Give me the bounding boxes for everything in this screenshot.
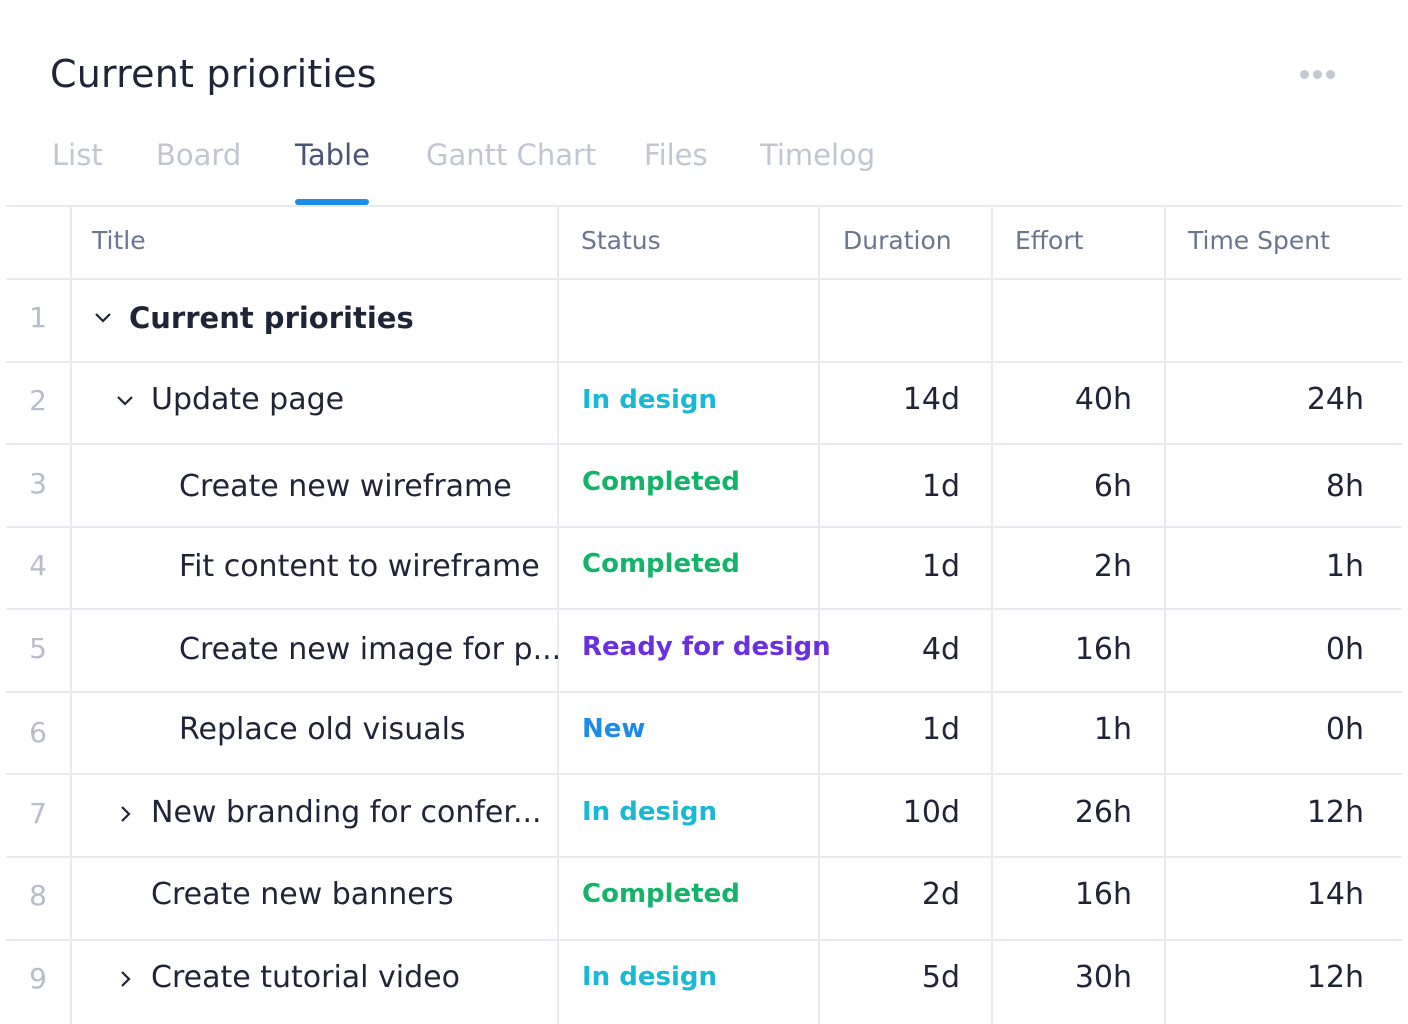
row-number: 4: [29, 549, 47, 582]
duration-cell: 1d: [921, 549, 960, 584]
row-title: New branding for confer...: [151, 795, 542, 830]
row-number: 5: [29, 632, 47, 665]
status-badge[interactable]: Ready for design: [582, 632, 831, 662]
time-spent-cell: 1h: [1325, 549, 1364, 584]
row-number: 3: [29, 467, 47, 500]
effort-cell: 2h: [1093, 549, 1132, 584]
tab-gantt-chart[interactable]: Gantt Chart: [426, 138, 596, 172]
time-spent-cell: 8h: [1325, 469, 1364, 504]
page: Current priorities List Board Table Gant…: [0, 0, 1408, 1024]
column-header-time-spent[interactable]: Time Spent: [1188, 226, 1330, 255]
chevron-right-icon[interactable]: [115, 968, 137, 990]
chevron-down-icon[interactable]: [114, 390, 136, 412]
row-number: 6: [29, 716, 47, 749]
row-title: Create new image for p...: [179, 632, 562, 667]
time-spent-cell: 0h: [1325, 712, 1364, 747]
status-badge[interactable]: Completed: [582, 879, 740, 909]
time-spent-cell: 0h: [1325, 632, 1364, 667]
dot: [1313, 69, 1322, 79]
effort-cell: 6h: [1093, 469, 1132, 504]
time-spent-cell: 12h: [1306, 960, 1364, 995]
row-title: Replace old visuals: [179, 712, 466, 747]
row-number: 7: [29, 797, 47, 830]
effort-cell: 1h: [1093, 712, 1132, 747]
table-row[interactable]: 1 Current priorities: [0, 279, 1408, 361]
more-horizontal-icon[interactable]: [1300, 68, 1340, 80]
duration-cell: 4d: [921, 632, 960, 667]
column-header-status[interactable]: Status: [581, 226, 661, 255]
tab-timelog[interactable]: Timelog: [760, 138, 875, 172]
table-row[interactable]: 8 Create new banners Completed 2d 16h 14…: [0, 857, 1408, 939]
tab-files[interactable]: Files: [644, 138, 708, 172]
effort-cell: 30h: [1074, 960, 1132, 995]
table-row[interactable]: 3 Create new wireframe Completed 1d 6h 8…: [0, 445, 1408, 527]
time-spent-cell: 14h: [1306, 877, 1364, 912]
status-badge[interactable]: Completed: [582, 549, 740, 579]
table-row[interactable]: 5 Create new image for p... Ready for de…: [0, 610, 1408, 692]
row-title: Current priorities: [129, 301, 414, 335]
column-header-effort[interactable]: Effort: [1015, 226, 1083, 255]
duration-cell: 14d: [902, 382, 960, 417]
duration-cell: 1d: [921, 712, 960, 747]
status-badge[interactable]: Completed: [582, 467, 740, 497]
duration-cell: 1d: [921, 469, 960, 504]
table-row[interactable]: 7 New branding for confer... In design 1…: [0, 775, 1408, 857]
status-badge[interactable]: In design: [582, 962, 717, 992]
time-spent-cell: 24h: [1306, 382, 1364, 417]
table-row[interactable]: 6 Replace old visuals New 1d 1h 0h: [0, 692, 1408, 774]
dot: [1300, 69, 1309, 79]
tab-list[interactable]: List: [52, 138, 103, 172]
row-number: 9: [29, 962, 47, 995]
column-header-duration[interactable]: Duration: [843, 226, 952, 255]
table-row[interactable]: 4 Fit content to wireframe Completed 1d …: [0, 527, 1408, 609]
tab-table[interactable]: Table: [295, 138, 370, 172]
status-badge[interactable]: New: [582, 714, 645, 744]
status-badge[interactable]: In design: [582, 797, 717, 827]
effort-cell: 40h: [1074, 382, 1132, 417]
duration-cell: 2d: [921, 877, 960, 912]
row-number: 2: [29, 384, 47, 417]
time-spent-cell: 12h: [1306, 795, 1364, 830]
duration-cell: 10d: [902, 795, 960, 830]
effort-cell: 16h: [1074, 877, 1132, 912]
row-title: Create tutorial video: [151, 960, 460, 995]
row-number: 1: [29, 301, 47, 334]
chevron-right-icon[interactable]: [115, 803, 137, 825]
column-header-title[interactable]: Title: [92, 226, 146, 255]
row-title: Update page: [151, 382, 345, 417]
row-title: Create new wireframe: [179, 469, 512, 504]
tab-board[interactable]: Board: [156, 138, 241, 172]
row-number: 8: [29, 879, 47, 912]
chevron-down-icon[interactable]: [92, 307, 114, 329]
row-title: Fit content to wireframe: [179, 549, 540, 584]
table-row[interactable]: 2 Update page In design 14d 40h 24h: [0, 362, 1408, 444]
table-border-top: [6, 205, 1402, 207]
table-row[interactable]: 9 Create tutorial video In design 5d 30h…: [0, 940, 1408, 1022]
effort-cell: 16h: [1074, 632, 1132, 667]
effort-cell: 26h: [1074, 795, 1132, 830]
duration-cell: 5d: [921, 960, 960, 995]
status-badge[interactable]: In design: [582, 385, 717, 415]
page-title: Current priorities: [50, 52, 377, 96]
row-title: Create new banners: [151, 877, 454, 912]
dot: [1326, 69, 1335, 79]
